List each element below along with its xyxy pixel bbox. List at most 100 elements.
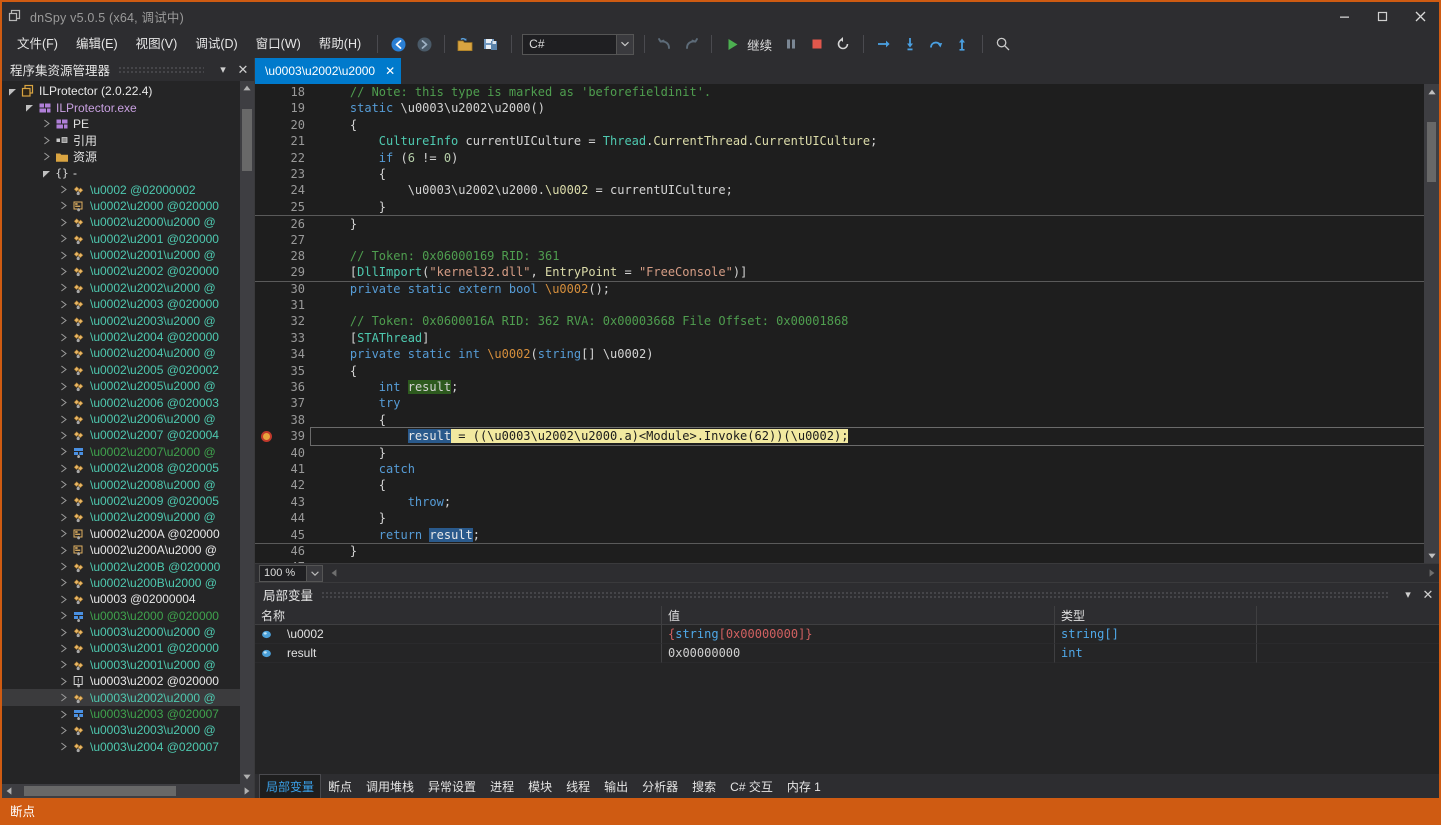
local-type-cell[interactable]: string[]: [1055, 625, 1257, 644]
expander-closed-icon[interactable]: [57, 628, 70, 637]
code-line[interactable]: 24 \u0003\u2002\u2000.\u0002 = currentUI…: [255, 182, 1424, 198]
code-text[interactable]: [STAThread]: [311, 330, 1424, 346]
code-line[interactable]: 38 {: [255, 412, 1424, 428]
tree-item[interactable]: \u0002\u200A @020000: [2, 526, 240, 542]
tree-item[interactable]: \u0003\u2002\u2000 @: [2, 689, 240, 705]
expander-closed-icon[interactable]: [57, 201, 70, 210]
tree-item[interactable]: \u0002\u2004 @020000: [2, 329, 240, 345]
tab-breakpoints[interactable]: 断点: [321, 775, 359, 798]
code-text[interactable]: result = ((\u0003\u2002\u2000.a)<Module>…: [311, 428, 1424, 444]
scroll-up-icon[interactable]: [240, 81, 254, 95]
assembly-tree[interactable]: ILProtector (2.0.22.4)ILProtector.exePE引…: [2, 81, 240, 784]
tree-item[interactable]: \u0002\u2002 @020000: [2, 263, 240, 279]
tab-search[interactable]: 搜索: [685, 775, 723, 798]
code-text[interactable]: private static extern bool \u0002();: [311, 281, 1424, 297]
debug-tool-tabs[interactable]: 局部变量断点调用堆栈异常设置进程模块线程输出分析器搜索C# 交互内存 1: [255, 774, 1439, 798]
tree-item[interactable]: \u0003\u2003\u2000 @: [2, 722, 240, 738]
tree-item[interactable]: \u0003\u2003 @020007: [2, 706, 240, 722]
expander-open-icon[interactable]: [40, 169, 53, 178]
column-name[interactable]: 名称: [255, 606, 662, 624]
code-text[interactable]: int result;: [311, 379, 1424, 395]
tree-item[interactable]: \u0002\u2006 @020003: [2, 394, 240, 410]
tab-csharp-interactive[interactable]: C# 交互: [723, 775, 780, 798]
restart-icon[interactable]: [831, 33, 855, 55]
code-line[interactable]: 46 }: [255, 543, 1424, 559]
pause-icon[interactable]: [779, 33, 803, 55]
tab-call-stack[interactable]: 调用堆栈: [359, 775, 421, 798]
tree-item[interactable]: \u0002\u2003\u2000 @: [2, 312, 240, 328]
tree-item[interactable]: 资源: [2, 149, 240, 165]
menu-help[interactable]: 帮助(H): [310, 33, 370, 55]
expander-closed-icon[interactable]: [57, 710, 70, 719]
code-text[interactable]: if (6 != 0): [311, 150, 1424, 166]
tree-item[interactable]: \u0002\u2000\u2000 @: [2, 214, 240, 230]
expander-closed-icon[interactable]: [40, 119, 53, 128]
menu-view[interactable]: 视图(V): [127, 33, 187, 55]
code-line[interactable]: 44 }: [255, 510, 1424, 526]
code-text[interactable]: // Token: 0x0600016A RID: 362 RVA: 0x000…: [311, 313, 1424, 329]
code-line[interactable]: 21 CultureInfo currentUICulture = Thread…: [255, 133, 1424, 149]
code-line[interactable]: 32 // Token: 0x0600016A RID: 362 RVA: 0x…: [255, 313, 1424, 329]
expander-closed-icon[interactable]: [57, 398, 70, 407]
expander-closed-icon[interactable]: [57, 267, 70, 276]
code-text[interactable]: {: [311, 166, 1424, 182]
code-line[interactable]: 31: [255, 297, 1424, 313]
code-line[interactable]: 30 private static extern bool \u0002();: [255, 281, 1424, 297]
tree-item[interactable]: \u0003\u2000\u2000 @: [2, 624, 240, 640]
locals-table[interactable]: 名称 值 类型 \u0002{string[0x00000000]}string…: [255, 606, 1439, 774]
tree-item[interactable]: \u0002\u2000 @020000: [2, 198, 240, 214]
tree-item[interactable]: \u0002\u2001\u2000 @: [2, 247, 240, 263]
editor-horizontal-scrollbar[interactable]: [327, 566, 1439, 581]
code-scroll-area[interactable]: 18 // Note: this type is marked as 'befo…: [255, 84, 1424, 563]
tab-memory-1[interactable]: 内存 1: [780, 775, 828, 798]
code-text[interactable]: \u0003\u2002\u2000.\u0002 = currentUICul…: [311, 182, 1424, 198]
expander-closed-icon[interactable]: [40, 152, 53, 161]
editor-scroll-thumb[interactable]: [1427, 122, 1436, 182]
expander-closed-icon[interactable]: [57, 496, 70, 505]
expander-closed-icon[interactable]: [57, 218, 70, 227]
locals-close-icon[interactable]: ✕: [1417, 583, 1439, 606]
code-line[interactable]: 29 [DllImport("kernel32.dll", EntryPoint…: [255, 264, 1424, 280]
local-name-cell[interactable]: \u0002: [255, 625, 662, 644]
maximize-button[interactable]: [1363, 2, 1401, 30]
expander-closed-icon[interactable]: [57, 480, 70, 489]
code-content[interactable]: 18 // Note: this type is marked as 'befo…: [255, 84, 1424, 563]
expander-closed-icon[interactable]: [57, 660, 70, 669]
tree-item[interactable]: \u0003\u2001\u2000 @: [2, 657, 240, 673]
code-line[interactable]: 39 result = ((\u0003\u2002\u2000.a)<Modu…: [255, 428, 1424, 444]
expander-closed-icon[interactable]: [57, 382, 70, 391]
expander-closed-icon[interactable]: [57, 300, 70, 309]
code-text[interactable]: // Token: 0x06000169 RID: 361: [311, 248, 1424, 264]
editor-scroll-up-icon[interactable]: [1424, 84, 1439, 99]
expander-closed-icon[interactable]: [57, 365, 70, 374]
play-icon[interactable]: [720, 33, 744, 55]
code-line[interactable]: 18 // Note: this type is marked as 'befo…: [255, 84, 1424, 100]
code-line[interactable]: 35 {: [255, 363, 1424, 379]
continue-button[interactable]: 继续: [719, 33, 778, 55]
code-text[interactable]: }: [311, 216, 1424, 232]
expander-closed-icon[interactable]: [57, 431, 70, 440]
menu-file[interactable]: 文件(F): [8, 33, 67, 55]
tree-item[interactable]: \u0002\u2002\u2000 @: [2, 280, 240, 296]
tree-item[interactable]: \u0002\u200B @020000: [2, 558, 240, 574]
code-line[interactable]: 42 {: [255, 477, 1424, 493]
editor-vertical-scrollbar[interactable]: [1424, 84, 1439, 563]
forward-arrow-icon[interactable]: [412, 33, 436, 55]
tab-threads[interactable]: 线程: [559, 775, 597, 798]
code-line[interactable]: 34 private static int \u0002(string[] \u…: [255, 346, 1424, 362]
table-row[interactable]: \u0002{string[0x00000000]}string[]: [255, 625, 1439, 644]
code-text[interactable]: private static int \u0002(string[] \u000…: [311, 346, 1424, 362]
menu-debug[interactable]: 调试(D): [186, 33, 246, 55]
expander-closed-icon[interactable]: [57, 644, 70, 653]
minimize-button[interactable]: [1325, 2, 1363, 30]
table-row[interactable]: result0x00000000int: [255, 644, 1439, 663]
tree-item[interactable]: \u0003\u2004 @020007: [2, 739, 240, 755]
local-value-cell[interactable]: {string[0x00000000]}: [662, 625, 1055, 644]
breakpoint-dot[interactable]: [261, 431, 272, 442]
tree-item[interactable]: \u0002\u2006\u2000 @: [2, 411, 240, 427]
expander-closed-icon[interactable]: [57, 742, 70, 751]
expander-closed-icon[interactable]: [57, 464, 70, 473]
tree-item[interactable]: 引用: [2, 132, 240, 148]
back-arrow-icon[interactable]: [386, 33, 410, 55]
code-text[interactable]: [DllImport("kernel32.dll", EntryPoint = …: [311, 264, 1424, 280]
